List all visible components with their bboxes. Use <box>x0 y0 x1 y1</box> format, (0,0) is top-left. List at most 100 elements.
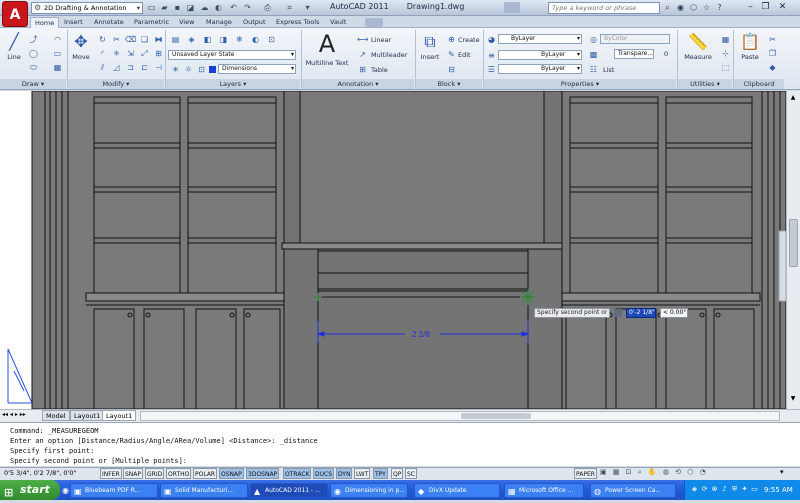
list-button[interactable]: List <box>603 66 614 74</box>
block-panel-title[interactable]: Block ▾ <box>416 79 482 89</box>
start-button[interactable]: ⊞ start <box>0 480 60 500</box>
taskbar-item-active[interactable]: ▲ AutoCAD 2011 - ... <box>250 483 328 498</box>
scale-icon[interactable]: ⤢ <box>139 48 150 59</box>
scroll-down-icon[interactable]: ▼ <box>789 395 797 403</box>
drawing-canvas[interactable]: 2 1/8 <box>0 91 800 409</box>
toggle-snap[interactable]: SNAP <box>123 468 144 479</box>
status-menu-icon[interactable]: ▾ <box>780 468 784 476</box>
tab-manage[interactable]: Manage <box>202 17 236 28</box>
close-icon[interactable]: ✕ <box>776 1 789 14</box>
network-icon[interactable]: ◈ <box>690 485 699 494</box>
search-input[interactable]: Type a keyword or phrase <box>548 2 660 14</box>
minimize-icon[interactable]: – <box>744 1 757 14</box>
id-point-icon[interactable]: ⊹ <box>720 48 731 59</box>
arrow-down-icon[interactable] <box>614 309 622 317</box>
coordinate-readout[interactable]: 0'5 3/4", 0'2 7/8", 0'0" <box>4 469 76 477</box>
tab-layout1[interactable]: Layout1 <box>70 410 105 421</box>
toggle-grid[interactable]: GRID <box>145 468 165 479</box>
tab-annotate[interactable]: Annotate <box>90 17 128 28</box>
line-button[interactable]: ╱ Line <box>4 33 24 62</box>
save-icon[interactable]: ▪ <box>172 2 183 13</box>
web-icon[interactable]: ◐ <box>213 2 224 13</box>
layers-panel-title[interactable]: Layers ▾ <box>166 79 300 89</box>
toggle-otrack[interactable]: OTRACK <box>283 468 312 479</box>
tab-parametric[interactable]: Parametric <box>130 17 173 28</box>
hscroll-thumb[interactable] <box>461 413 531 419</box>
command-line[interactable]: Command: _MEASUREGEOM Enter an option [D… <box>0 422 800 466</box>
ribbon-toggle-icon[interactable] <box>365 18 383 27</box>
taskbar-item[interactable]: ▣ Solid Manufacturi... <box>160 483 248 498</box>
command-prompt[interactable]: Specify second point or [Multiple points… <box>10 456 790 466</box>
binoculars-icon[interactable]: ⌕ <box>662 2 673 13</box>
break-icon[interactable]: ⊏ <box>139 62 150 73</box>
scroll-thumb[interactable] <box>789 219 798 267</box>
transparency-value[interactable]: 0 <box>664 50 668 58</box>
explode-icon[interactable]: ✳ <box>111 48 122 59</box>
rectangle-icon[interactable]: ▭ <box>52 48 63 59</box>
redo-icon[interactable]: ↷ <box>242 2 253 13</box>
taskbar-item[interactable]: ▣ Bluebeam PDF R... <box>70 483 158 498</box>
annotation-panel-title[interactable]: Annotation ▾ <box>302 79 414 89</box>
chamfer-icon[interactable]: ◿ <box>111 62 122 73</box>
mirror-icon[interactable]: ⧓ <box>153 34 164 45</box>
modify-panel-title[interactable]: Modify ▾ <box>68 79 164 89</box>
security-icon[interactable]: ⊗ <box>710 485 719 494</box>
toggle-dyn[interactable]: DYN <box>336 468 353 479</box>
create-block-button[interactable]: Create <box>458 36 480 44</box>
scroll-up-icon[interactable]: ▲ <box>789 94 797 102</box>
toggle-infer[interactable]: INFER <box>100 468 122 479</box>
clipboard-panel-title[interactable]: Clipboard <box>734 79 784 89</box>
plot-style-dropdown[interactable]: ByColor <box>600 34 670 44</box>
hatch-icon[interactable]: ▦ <box>52 62 63 73</box>
table-button[interactable]: Table <box>371 66 388 74</box>
edit-block-button[interactable]: Edit <box>458 51 471 59</box>
stretch-icon[interactable]: ⇲ <box>125 48 136 59</box>
extend-icon[interactable]: ⊣ <box>153 62 164 73</box>
polyline-icon[interactable]: ⤴ <box>28 34 39 45</box>
layout-nav-icons[interactable]: ◂◂ ◂ ▸ ▸▸ <box>2 411 26 418</box>
tab-model[interactable]: Model <box>42 410 70 421</box>
shield-icon[interactable]: ⛨ <box>730 485 739 494</box>
quickcalc-icon[interactable]: ▦ <box>720 34 731 45</box>
rotate-icon[interactable]: ↻ <box>97 34 108 45</box>
offset-icon[interactable]: ⫽ <box>97 62 108 73</box>
comm-center-icon[interactable]: ⬡ <box>688 2 699 13</box>
save-as-icon[interactable]: ◪ <box>185 2 196 13</box>
color-dropdown[interactable]: ByLayer ▾ <box>498 34 582 44</box>
toggle-3dosnap[interactable]: 3DOSNAP <box>246 468 280 479</box>
insert-block-button[interactable]: ⧉ Insert <box>418 33 442 62</box>
arc-icon[interactable]: ◠ <box>52 34 63 45</box>
layer-lock-icon[interactable]: ⊡ <box>266 34 277 45</box>
move-button[interactable]: ✥ Move <box>70 33 92 62</box>
select-all-icon[interactable]: ⬚ <box>720 62 731 73</box>
ellipse-icon[interactable]: ⬭ <box>28 62 39 73</box>
quicklaunch-icon[interactable]: ◉ <box>62 486 69 495</box>
lineweight-dropdown[interactable]: ByLayer ▾ <box>498 64 582 74</box>
tab-view[interactable]: View <box>175 17 198 28</box>
help-icon[interactable]: ? <box>714 2 725 13</box>
tab-output[interactable]: Output <box>239 17 270 28</box>
sync-icon[interactable]: ⟳ <box>700 485 709 494</box>
vertical-scrollbar[interactable]: ▲ ▼ <box>786 91 800 409</box>
open-file-icon[interactable]: ▰ <box>159 2 170 13</box>
cut-icon[interactable]: ✂ <box>767 34 778 45</box>
tab-vault[interactable]: Vault <box>326 17 350 28</box>
taskbar-item[interactable]: ◍ Power Screen Ca... <box>590 483 676 498</box>
join-icon[interactable]: ⊐ <box>125 62 136 73</box>
cloud-icon[interactable]: ☁ <box>199 2 210 13</box>
layer-properties-icon[interactable]: ▤ <box>170 34 181 45</box>
distance-input[interactable]: 0'-2 1/8" <box>626 308 656 318</box>
tab-insert[interactable]: Insert <box>60 17 87 28</box>
transparency-dropdown[interactable]: Transpare... <box>614 49 654 59</box>
undo-icon[interactable]: ↶ <box>228 2 239 13</box>
application-menu-button[interactable]: A <box>2 1 28 27</box>
favorites-icon[interactable]: ☆ <box>701 2 712 13</box>
restore-icon[interactable]: ❐ <box>759 1 772 14</box>
match-prop-icon[interactable]: ◆ <box>767 62 778 73</box>
paste-button[interactable]: 📋 Paste <box>738 33 762 62</box>
tab-home[interactable]: Home <box>30 17 60 28</box>
utilities-panel-title[interactable]: Utilities ▾ <box>678 79 732 89</box>
tab-express-tools[interactable]: Express Tools <box>272 17 323 28</box>
angle-input[interactable]: < 0.00° <box>660 308 688 318</box>
toggle-lwt[interactable]: LWT <box>354 468 371 479</box>
